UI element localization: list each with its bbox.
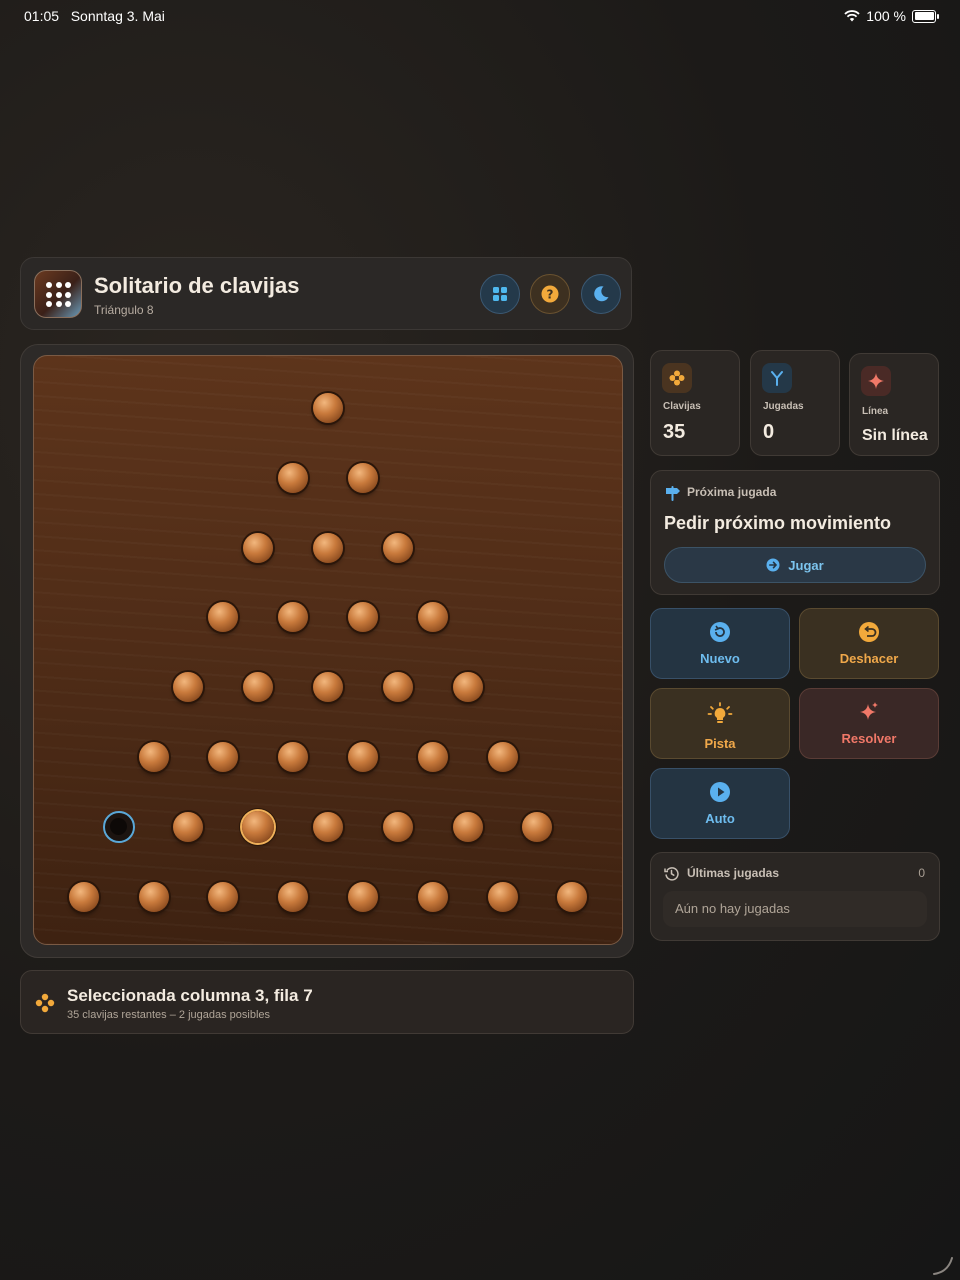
peg[interactable]: [243, 532, 274, 563]
peg[interactable]: [313, 672, 343, 703]
grid-icon: [493, 287, 507, 301]
empty-hole[interactable]: [102, 810, 135, 843]
peg[interactable]: [382, 811, 413, 842]
resize-handle-icon[interactable]: [932, 1252, 956, 1276]
auto-button[interactable]: Auto: [650, 768, 790, 839]
help-button[interactable]: ?: [530, 274, 570, 314]
board-select-button[interactable]: [480, 274, 520, 314]
board-variant: Triángulo 8: [94, 303, 154, 317]
peg[interactable]: [452, 811, 483, 842]
history-empty: Aún no hay jugadas: [663, 891, 927, 927]
peg[interactable]: [313, 393, 343, 423]
next-move-card: Próxima jugada Pedir próximo movimiento …: [650, 470, 940, 595]
stat-moves: Jugadas 0: [750, 350, 840, 456]
stat-pegs-label: Clavijas: [663, 401, 701, 412]
lightbulb-icon: [707, 702, 733, 723]
new-game-button[interactable]: Nuevo: [650, 608, 790, 679]
peg[interactable]: [138, 742, 169, 772]
peg[interactable]: [68, 881, 99, 912]
moon-icon: [594, 286, 609, 302]
stat-moves-value: 0: [763, 421, 775, 443]
svg-text:?: ?: [547, 287, 554, 301]
sparkle-icon: [861, 366, 891, 396]
peg[interactable]: [417, 881, 448, 912]
peg[interactable]: [487, 881, 518, 912]
peg[interactable]: [452, 672, 483, 703]
peg[interactable]: [417, 742, 448, 772]
game-board: [33, 355, 623, 945]
arrow-circle-icon: [766, 558, 780, 572]
stat-line-value: Sin línea: [862, 427, 928, 444]
hint-button[interactable]: Pista: [650, 688, 790, 759]
selection-status: Seleccionada columna 3, fila 7 35 clavij…: [20, 970, 634, 1034]
history-card: Últimas jugadas 0 Aún no hay jugadas: [650, 852, 940, 941]
flower-icon: [662, 363, 692, 393]
peg[interactable]: [278, 602, 309, 633]
play-icon: [710, 782, 730, 802]
battery-icon: [912, 9, 939, 23]
branch-icon: [762, 363, 792, 393]
restart-icon: [710, 622, 730, 642]
play-button-label: Jugar: [788, 557, 824, 573]
peg-selected[interactable]: [242, 810, 275, 843]
status-bar: 01:05 Sonntag 3. Mai 100 %: [0, 0, 960, 32]
history-label: Últimas jugadas: [687, 866, 780, 880]
auto-label: Auto: [705, 811, 735, 826]
peg[interactable]: [313, 811, 343, 842]
peg[interactable]: [278, 742, 309, 772]
peg[interactable]: [278, 462, 309, 493]
undo-button[interactable]: Deshacer: [799, 608, 939, 679]
app-logo-icon: [34, 270, 82, 318]
peg[interactable]: [347, 881, 378, 912]
peg[interactable]: [522, 811, 553, 842]
peg[interactable]: [278, 881, 309, 912]
peg[interactable]: [173, 672, 204, 703]
signpost-icon: [666, 486, 680, 501]
stat-pegs: Clavijas 35: [650, 350, 740, 456]
peg[interactable]: [173, 811, 204, 842]
stat-line: Línea Sin línea: [849, 353, 939, 456]
peg[interactable]: [382, 672, 413, 703]
next-move-label: Próxima jugada: [687, 485, 777, 499]
peg[interactable]: [208, 602, 239, 633]
peg[interactable]: [382, 532, 413, 563]
battery-text: 100 %: [866, 8, 906, 24]
hint-label: Pista: [704, 736, 736, 751]
peg[interactable]: [347, 742, 378, 772]
sparkles-icon: [860, 702, 878, 720]
next-move-title: Pedir próximo movimiento: [664, 513, 892, 533]
peg[interactable]: [347, 602, 378, 633]
status-right: 100 %: [844, 8, 939, 24]
theme-toggle-button[interactable]: [581, 274, 621, 314]
solve-button[interactable]: Resolver: [799, 688, 939, 759]
board-frame: [20, 344, 634, 958]
dpad-icon: [35, 993, 55, 1013]
app-header: Solitario de clavijas Triángulo 8 ?: [20, 257, 632, 330]
wifi-icon: [844, 10, 860, 22]
undo-icon: [859, 622, 879, 642]
history-count: 0: [918, 866, 925, 880]
selection-title: Seleccionada columna 3, fila 7: [67, 986, 313, 1005]
peg[interactable]: [557, 881, 588, 912]
status-time: 01:05 Sonntag 3. Mai: [24, 8, 165, 24]
selection-subtitle: 35 clavijas restantes – 2 jugadas posibl…: [67, 1009, 271, 1021]
peg[interactable]: [417, 602, 448, 633]
undo-label: Deshacer: [839, 651, 899, 666]
peg[interactable]: [138, 881, 169, 912]
history-icon: [664, 867, 679, 881]
peg[interactable]: [313, 532, 343, 563]
stat-pegs-value: 35: [663, 421, 686, 443]
question-icon: ?: [541, 285, 559, 303]
peg[interactable]: [243, 672, 274, 703]
peg[interactable]: [347, 462, 378, 493]
solve-label: Resolver: [841, 731, 897, 746]
stat-line-label: Línea: [862, 406, 889, 417]
play-button[interactable]: Jugar: [664, 547, 926, 583]
peg[interactable]: [487, 742, 518, 772]
page-title: Solitario de clavijas: [94, 273, 300, 298]
stat-moves-label: Jugadas: [763, 401, 804, 412]
new-game-label: Nuevo: [700, 651, 740, 666]
peg[interactable]: [208, 742, 239, 772]
peg[interactable]: [208, 881, 239, 912]
